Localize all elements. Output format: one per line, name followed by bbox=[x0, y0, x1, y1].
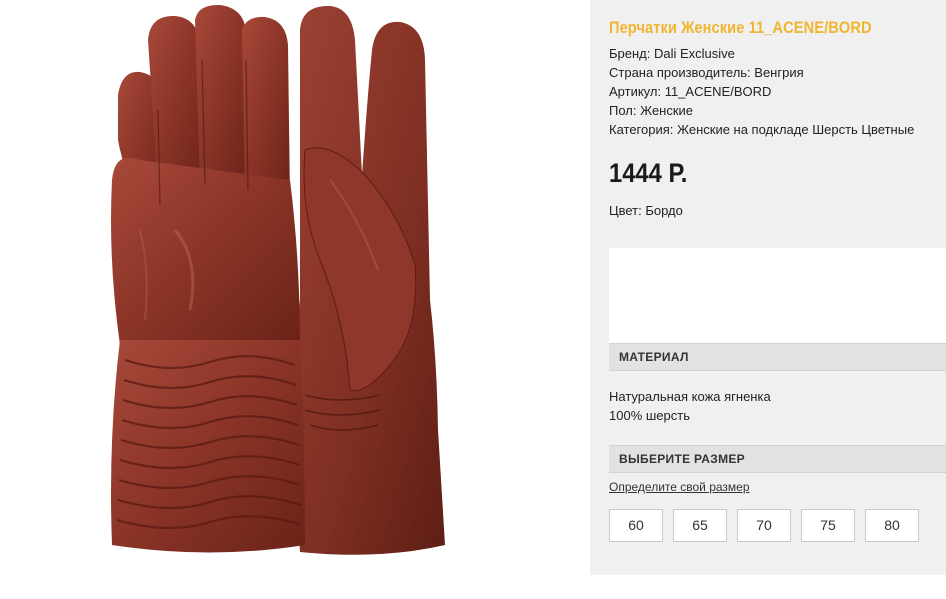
spec-category: Категория: Женские на подкладе Шерсть Цв… bbox=[609, 122, 915, 137]
material-line: 100% шерсть bbox=[609, 408, 690, 423]
spec-gender: Пол: Женские bbox=[609, 103, 694, 118]
gloves-illustration bbox=[111, 4, 445, 555]
material-line: Натуральная кожа ягненка bbox=[609, 389, 771, 404]
size-option-80[interactable]: 80 bbox=[865, 509, 919, 542]
product-info-panel: Перчатки Женские 11_ACENE/BORD Бренд: Da… bbox=[590, 0, 946, 575]
spec-brand: Бренд: Dali Exclusive bbox=[609, 46, 735, 61]
spec-article: Артикул: 11_ACENE/BORD bbox=[609, 84, 772, 99]
front-glove bbox=[111, 4, 305, 553]
product-specs: Бренд: Dali Exclusive Страна производите… bbox=[609, 44, 914, 139]
size-option-70[interactable]: 70 bbox=[737, 509, 791, 542]
blank-panel bbox=[609, 248, 946, 343]
size-option-75[interactable]: 75 bbox=[801, 509, 855, 542]
product-image[interactable] bbox=[0, 0, 590, 575]
material-description: Натуральная кожа ягненка 100% шерсть bbox=[609, 387, 771, 425]
product-price: 1444 Р. bbox=[609, 158, 688, 188]
material-header: МАТЕРИАЛ bbox=[609, 343, 946, 371]
size-option-60[interactable]: 60 bbox=[609, 509, 663, 542]
product-title: Перчатки Женские 11_ACENE/BORD bbox=[609, 18, 872, 37]
size-guide-link[interactable]: Определите свой размер bbox=[609, 480, 750, 494]
spec-country: Страна производитель: Венгрия bbox=[609, 65, 804, 80]
product-color: Цвет: Бордо bbox=[609, 203, 683, 218]
size-options: 60 65 70 75 80 bbox=[609, 509, 919, 542]
size-header: ВЫБЕРИТЕ РАЗМЕР bbox=[609, 445, 946, 473]
size-option-65[interactable]: 65 bbox=[673, 509, 727, 542]
